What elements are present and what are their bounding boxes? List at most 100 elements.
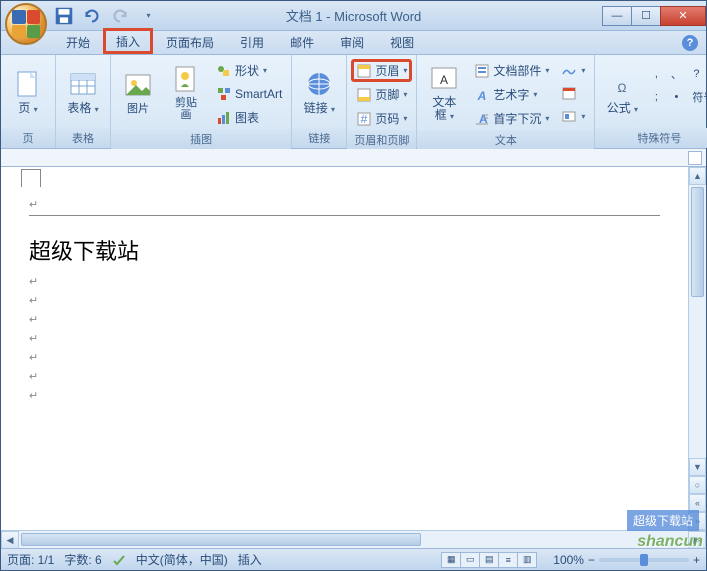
view-draft[interactable]: ▥ xyxy=(517,552,537,568)
picture-icon xyxy=(122,69,154,101)
tab-mail[interactable]: 邮件 xyxy=(277,29,327,54)
datetime-button[interactable] xyxy=(556,82,590,104)
clipart-button[interactable]: 剪贴画 xyxy=(163,57,209,127)
signature-button[interactable]: ▾ xyxy=(556,59,590,81)
dropcap-button[interactable]: A首字下沉▾ xyxy=(469,107,554,130)
group-illustrations: 图片 剪贴画 形状▾ SmartArt 图表 插图 xyxy=(111,55,292,148)
group-links: 链接 ▾ 链接 xyxy=(292,55,347,148)
scroll-right-icon[interactable]: ▶ xyxy=(688,531,706,549)
tab-insert[interactable]: 插入 xyxy=(103,28,153,54)
save-icon[interactable] xyxy=(53,5,75,27)
status-page[interactable]: 页面: 1/1 xyxy=(7,551,54,568)
clipart-label: 剪贴画 xyxy=(170,97,202,121)
chart-button[interactable]: 图表 xyxy=(211,106,287,129)
pagenumber-button[interactable]: #页码▾ xyxy=(351,107,412,130)
symbol-semicolon[interactable]: ; xyxy=(647,86,665,108)
symbol-question[interactable]: ? xyxy=(687,63,705,85)
view-web[interactable]: ▤ xyxy=(479,552,499,568)
header-label: 页眉 xyxy=(375,62,399,79)
office-button[interactable] xyxy=(5,3,47,45)
scroll-up-icon[interactable]: ▲ xyxy=(689,167,706,185)
object-button[interactable]: ▾ xyxy=(556,105,590,127)
horizontal-scrollbar[interactable]: ◀ ▶ xyxy=(1,530,706,548)
symbol-more[interactable]: 符号 xyxy=(687,86,707,108)
scroll-track[interactable] xyxy=(689,185,706,458)
close-button[interactable]: ✕ xyxy=(660,6,706,26)
dropcap-icon: A xyxy=(474,111,490,127)
tab-home[interactable]: 开始 xyxy=(53,29,103,54)
symbol-bullet[interactable]: • xyxy=(667,86,685,108)
equation-icon: Ω xyxy=(606,68,638,100)
quickparts-icon xyxy=(474,63,490,79)
smartart-icon xyxy=(216,86,232,102)
footer-button[interactable]: 页脚▾ xyxy=(351,83,412,106)
document-body-text[interactable]: 超级下载站 xyxy=(29,234,660,269)
maximize-button[interactable]: ☐ xyxy=(631,6,661,26)
zoom-thumb[interactable] xyxy=(640,554,648,566)
tab-pagelayout[interactable]: 页面布局 xyxy=(153,29,227,54)
group-headerfooter: 页眉▾ 页脚▾ #页码▾ 页眉和页脚 xyxy=(347,55,417,148)
chart-label: 图表 xyxy=(235,109,259,126)
header-edit-zone[interactable]: ↵ xyxy=(29,187,660,216)
status-language[interactable]: 中文(简体，中国) xyxy=(136,551,228,568)
prev-page-icon[interactable]: « xyxy=(689,494,706,512)
zoom-out-button[interactable]: − xyxy=(588,553,595,567)
redo-icon[interactable] xyxy=(109,5,131,27)
ruler-horizontal[interactable] xyxy=(1,149,706,167)
pages-button[interactable]: 页 ▾ xyxy=(5,57,51,127)
zoom-in-button[interactable]: + xyxy=(693,553,700,567)
zoom-level[interactable]: 100% xyxy=(553,553,584,567)
header-icon xyxy=(356,63,372,79)
quickparts-button[interactable]: 文档部件▾ xyxy=(469,59,554,82)
group-symbols: Ω 公式 ▾ , 、 ? ; • 符号 特殊符号 xyxy=(595,55,707,148)
table-button[interactable]: 表格 ▾ xyxy=(60,57,106,127)
view-buttons: ▦ ▭ ▤ ≡ ▥ xyxy=(442,552,537,568)
vertical-scrollbar[interactable]: ▲ ▼ ○ « » xyxy=(688,167,706,530)
scroll-thumb[interactable] xyxy=(691,187,704,297)
view-outline[interactable]: ≡ xyxy=(498,552,518,568)
qat-customize-icon[interactable]: ▾ xyxy=(137,5,159,27)
help-icon[interactable]: ? xyxy=(682,35,698,51)
links-button[interactable]: 链接 ▾ xyxy=(296,57,342,127)
header-button[interactable]: 页眉▾ xyxy=(351,59,412,82)
scroll-left-icon[interactable]: ◀ xyxy=(1,531,19,549)
smartart-label: SmartArt xyxy=(235,87,282,101)
minimize-button[interactable]: — xyxy=(602,6,632,26)
view-fullscreen[interactable]: ▭ xyxy=(460,552,480,568)
paragraph-mark-icon: ↵ xyxy=(29,389,660,402)
paragraph-mark-icon: ↵ xyxy=(29,294,660,307)
group-pages-label: 页 xyxy=(1,128,55,148)
shapes-button[interactable]: 形状▾ xyxy=(211,59,287,82)
group-text-label: 文本 xyxy=(417,130,594,150)
tab-review[interactable]: 审阅 xyxy=(327,29,377,54)
textbox-button[interactable]: A 文本框 ▾ xyxy=(421,57,467,127)
symbol-comma[interactable]: , xyxy=(647,63,665,85)
status-insertmode[interactable]: 插入 xyxy=(238,551,262,568)
smartart-button[interactable]: SmartArt xyxy=(211,83,287,105)
page-container[interactable]: ↵ 超级下载站 ↵ ↵ ↵ ↵ ↵ ↵ ↵ xyxy=(1,167,688,530)
pagenum-icon: # xyxy=(356,111,372,127)
hscroll-track[interactable] xyxy=(19,531,688,548)
undo-icon[interactable] xyxy=(81,5,103,27)
tab-view[interactable]: 视图 xyxy=(377,29,427,54)
wordart-button[interactable]: A艺术字▾ xyxy=(469,83,554,106)
tab-references[interactable]: 引用 xyxy=(227,29,277,54)
status-wordcount[interactable]: 字数: 6 xyxy=(64,551,101,568)
browse-object-icon[interactable]: ○ xyxy=(689,476,706,494)
equation-button[interactable]: Ω 公式 ▾ xyxy=(599,57,645,127)
ruler-toggle[interactable] xyxy=(688,151,702,165)
view-print-layout[interactable]: ▦ xyxy=(441,552,461,568)
hyperlink-icon xyxy=(303,68,335,100)
header-tab-marker xyxy=(21,169,41,187)
spellcheck-icon[interactable] xyxy=(112,553,126,567)
hscroll-thumb[interactable] xyxy=(21,533,421,546)
table-label: 表格 xyxy=(67,101,91,115)
scroll-down-icon[interactable]: ▼ xyxy=(689,458,706,476)
svg-text:#: # xyxy=(361,112,368,126)
symbol-period[interactable]: 、 xyxy=(667,63,685,85)
quickparts-label: 文档部件 xyxy=(493,62,541,79)
next-page-icon[interactable]: » xyxy=(689,512,706,530)
zoom-slider[interactable] xyxy=(599,558,689,562)
picture-button[interactable]: 图片 xyxy=(115,57,161,127)
ribbon-tabs: 开始 插入 页面布局 引用 邮件 审阅 视图 ? xyxy=(1,31,706,55)
